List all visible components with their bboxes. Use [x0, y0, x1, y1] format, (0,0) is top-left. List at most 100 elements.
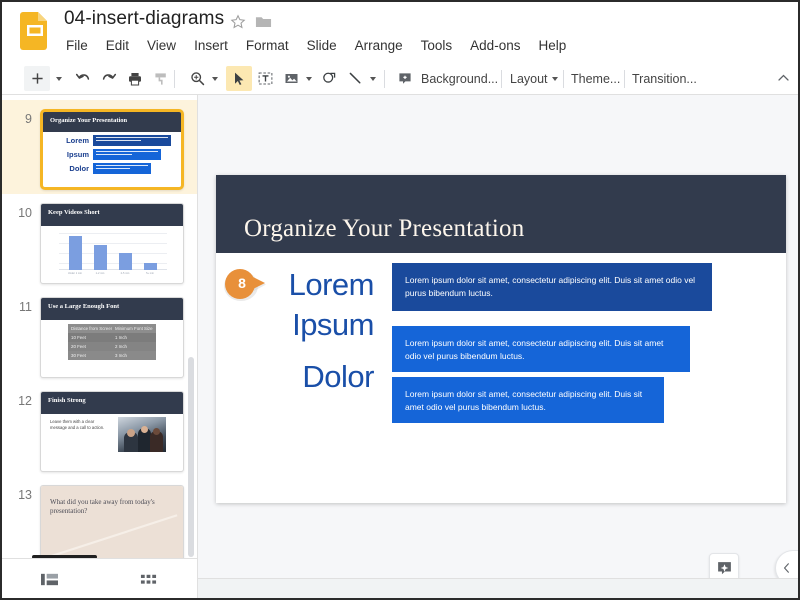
title-bar: 04-insert-diagrams File Edit View Insert… — [2, 2, 798, 62]
new-slide-dropdown-caret[interactable] — [52, 66, 66, 91]
image-dropdown-caret[interactable] — [302, 66, 316, 91]
chart-bar-2 — [94, 245, 107, 270]
slide-filmstrip[interactable]: 9 Organize Your Presentation Lorem Ipsum… — [2, 95, 198, 558]
menu-item-file[interactable]: File — [64, 36, 97, 55]
menu-item-add-ons[interactable]: Add-ons — [461, 36, 529, 55]
slide-number-13: 13 — [18, 488, 32, 502]
thumb-title-10: Keep Videos Short — [48, 209, 100, 216]
chart-xlabel-1: Under 1 min — [67, 272, 83, 275]
slide-number-12: 12 — [18, 394, 32, 408]
slide-box-3-text: Lorem ipsum dolor sit amet, consectetur … — [405, 389, 643, 413]
menu-bar: File Edit View Insert Format Slide Arran… — [64, 36, 575, 55]
thumb-title-12: Finish Strong — [48, 397, 86, 404]
thumb-photo — [118, 417, 166, 452]
slides-logo-icon — [20, 12, 50, 50]
google-slides-window: 04-insert-diagrams File Edit View Insert… — [0, 0, 800, 600]
redo-icon[interactable] — [96, 66, 122, 91]
new-slide-icon[interactable] — [24, 66, 50, 91]
table-cell: 20 Feet — [71, 344, 86, 349]
menu-item-tools[interactable]: Tools — [412, 36, 462, 55]
chevron-up-icon[interactable] — [770, 66, 796, 91]
slide-thumbnail-13[interactable]: What did you take away from today's pres… — [40, 485, 184, 558]
thumb-body-text-12: Leave them with a clear message and a ca… — [50, 419, 105, 431]
thumb-box-2 — [93, 149, 161, 160]
slide-text-box-1[interactable]: Lorem ipsum dolor sit amet, consectetur … — [392, 263, 712, 311]
theme-button[interactable]: Theme... — [571, 66, 620, 91]
undo-icon[interactable] — [70, 66, 96, 91]
layout-dropdown-caret — [551, 76, 558, 81]
thumb-label-dolor: Dolor — [69, 164, 89, 173]
slide-number-10: 10 — [18, 206, 32, 220]
chart-bar-1 — [69, 236, 82, 270]
chart-bar-3 — [119, 253, 132, 270]
slide-title[interactable]: Organize Your Presentation — [244, 215, 524, 243]
current-slide[interactable]: Organize Your Presentation Lorem Lorem i… — [216, 175, 786, 503]
filmstrip-slide-13[interactable]: 13 What did you take away from today's p… — [2, 476, 197, 558]
table-header-row: Distance from Screen Minimum Font Size — [68, 324, 156, 333]
add-comment-icon[interactable] — [392, 66, 418, 91]
chart-xlabel-4: 5+ min — [146, 272, 154, 275]
menu-item-format[interactable]: Format — [237, 36, 298, 55]
callout-badge-number: 8 — [238, 275, 246, 291]
thumb-box-1 — [93, 135, 171, 146]
line-dropdown-caret[interactable] — [366, 66, 380, 91]
status-bar — [198, 578, 798, 598]
table-row: 10 Feet 1 Inch — [68, 333, 156, 342]
layout-button[interactable]: Layout — [510, 66, 558, 91]
thumb-label-lorem: Lorem — [66, 136, 89, 145]
table-cell: 30 Feet — [71, 353, 86, 358]
slide-canvas[interactable]: Organize Your Presentation Lorem Lorem i… — [198, 95, 798, 586]
slide-text-box-2[interactable]: Lorem ipsum dolor sit amet, consectetur … — [392, 326, 690, 372]
menu-item-view[interactable]: View — [138, 36, 185, 55]
menu-item-insert[interactable]: Insert — [185, 36, 237, 55]
callout-badge: 8 — [221, 268, 269, 302]
thumb-box-3 — [93, 163, 151, 174]
filmstrip-slide-12[interactable]: 12 Finish Strong Leave them with a clear… — [2, 382, 197, 476]
zoom-icon[interactable] — [184, 66, 210, 91]
paint-format-icon[interactable] — [148, 66, 174, 91]
table-row: 20 Feet 2 Inch — [68, 342, 156, 351]
table-cell: 10 Feet — [71, 335, 86, 340]
print-icon[interactable] — [122, 66, 148, 91]
zoom-dropdown-caret[interactable] — [208, 66, 222, 91]
insert-image-icon[interactable] — [278, 66, 304, 91]
menu-item-help[interactable]: Help — [529, 36, 575, 55]
table-row: 30 Feet 3 Inch — [68, 351, 156, 360]
menu-item-edit[interactable]: Edit — [97, 36, 138, 55]
background-button[interactable]: Background... — [421, 66, 498, 91]
select-cursor-icon[interactable] — [226, 66, 252, 91]
filmstrip-slide-10[interactable]: 10 Keep Videos Short Under 1 min 1-2 min — [2, 194, 197, 288]
slide-box-1-text: Lorem ipsum dolor sit amet, consectetur … — [405, 275, 696, 299]
table-header-cell-1: Distance from Screen — [71, 326, 112, 331]
slide-thumbnail-9[interactable]: Organize Your Presentation Lorem Ipsum D… — [40, 109, 184, 190]
grid-view-icon[interactable] — [137, 569, 159, 589]
slide-thumbnail-10[interactable]: Keep Videos Short Under 1 min 1-2 min 2-… — [40, 203, 184, 284]
menu-item-arrange[interactable]: Arrange — [346, 36, 412, 55]
thumb-label-ipsum: Ipsum — [66, 150, 89, 159]
text-box-icon[interactable] — [252, 66, 278, 91]
filmstrip-slide-11[interactable]: 11 Use a Large Enough Font Distance from… — [2, 288, 197, 382]
slide-thumbnail-11[interactable]: Use a Large Enough Font Distance from Sc… — [40, 297, 184, 378]
chart-xlabel-2: 1-2 min — [95, 272, 105, 275]
thumb-title-9: Organize Your Presentation — [50, 117, 128, 124]
filmstrip-scrollbar[interactable] — [188, 357, 194, 557]
toolbar: Background... Layout Theme... Transition… — [2, 62, 798, 95]
thumb-question-text: What did you take away from today's pres… — [50, 498, 155, 516]
thumb-title-11: Use a Large Enough Font — [48, 303, 120, 310]
table-cell: 1 Inch — [115, 335, 127, 340]
line-icon[interactable] — [342, 66, 368, 91]
slide-label-dolor[interactable]: Dolor — [244, 359, 374, 395]
transition-button[interactable]: Transition... — [632, 66, 697, 91]
slide-number-9: 9 — [25, 112, 32, 126]
filmstrip-slide-9[interactable]: 9 Organize Your Presentation Lorem Ipsum… — [2, 100, 197, 194]
shape-icon[interactable] — [316, 66, 342, 91]
folder-icon[interactable] — [255, 14, 272, 29]
document-title[interactable]: 04-insert-diagrams — [64, 8, 224, 30]
slide-thumbnail-12[interactable]: Finish Strong Leave them with a clear me… — [40, 391, 184, 472]
filmstrip-view-icon[interactable] — [38, 569, 60, 589]
menu-item-slide[interactable]: Slide — [298, 36, 346, 55]
slide-text-box-3[interactable]: Lorem ipsum dolor sit amet, consectetur … — [392, 377, 664, 423]
thumb-bar-chart: Under 1 min 1-2 min 2-5 min 5+ min — [59, 231, 167, 275]
slide-label-ipsum[interactable]: Ipsum — [244, 307, 374, 343]
star-icon[interactable] — [230, 14, 246, 30]
